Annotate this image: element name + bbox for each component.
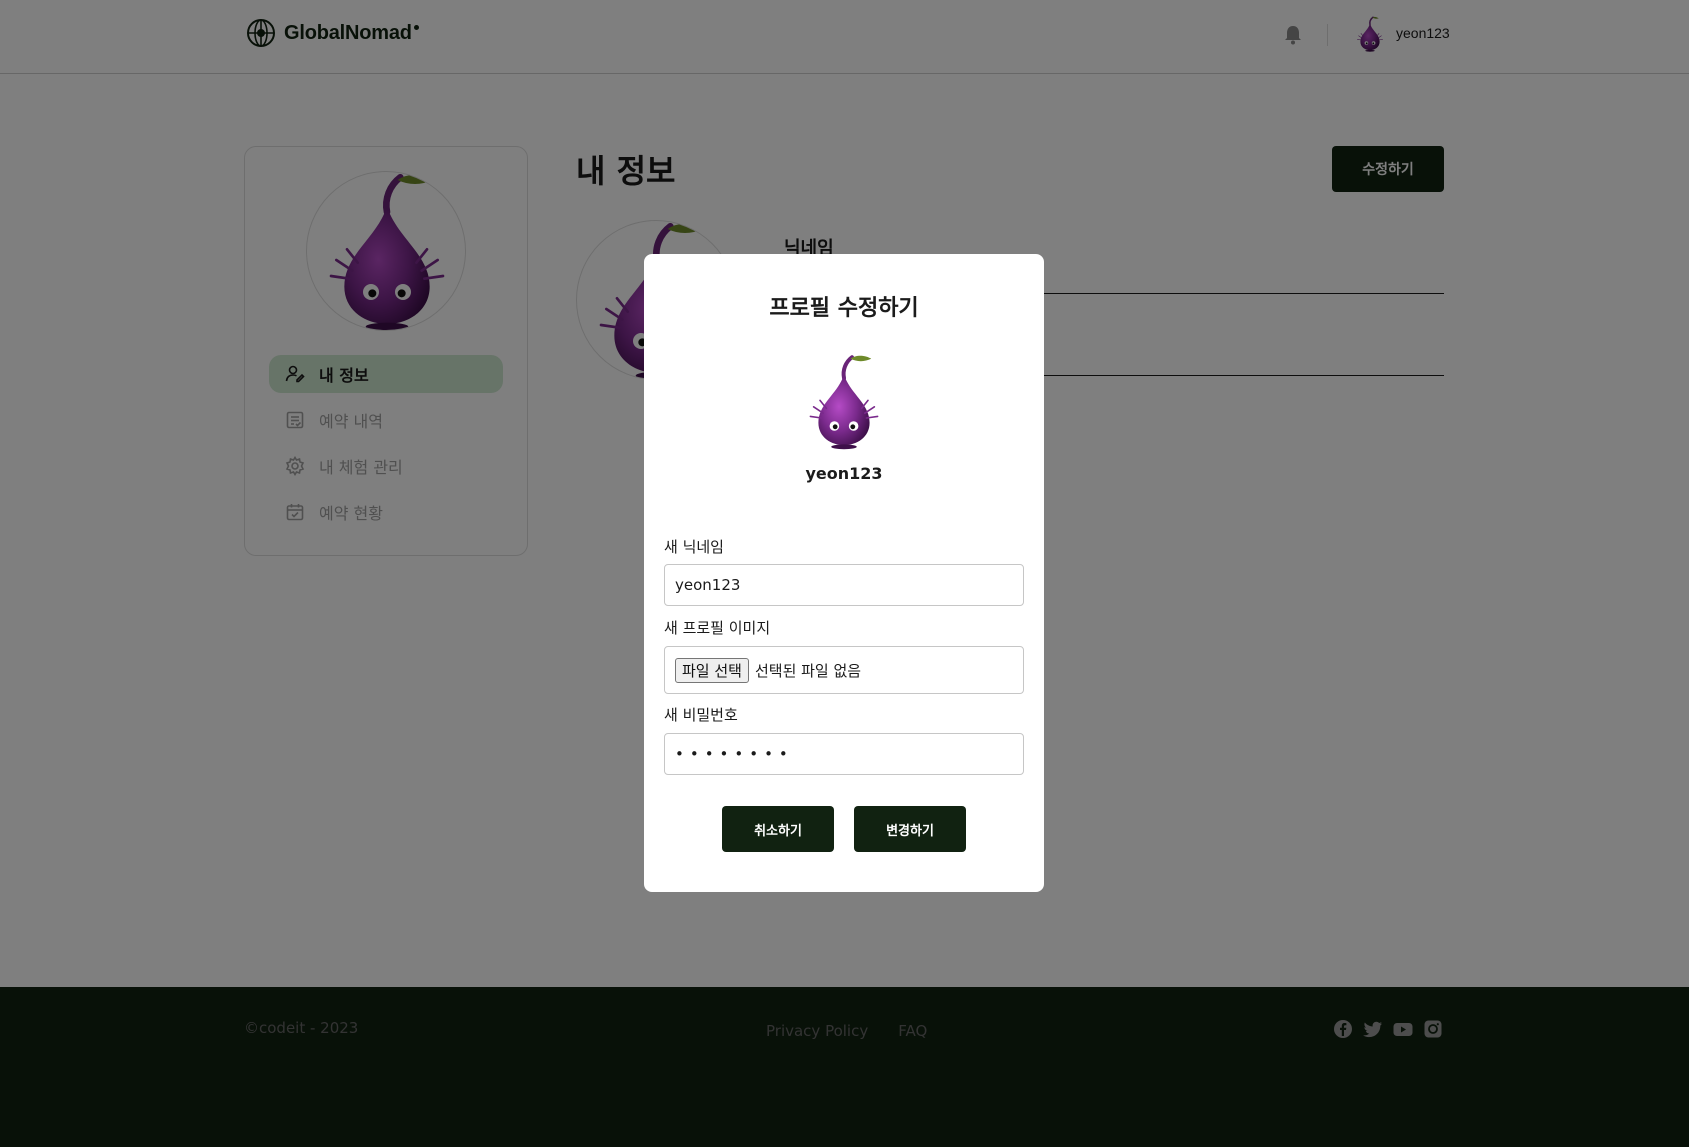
submit-change-button[interactable]: 변경하기 (854, 806, 966, 852)
choose-file-button[interactable]: 파일 선택 (675, 657, 749, 683)
modal-title: 프로필 수정하기 (769, 296, 919, 321)
profile-edit-modal: 프로필 수정하기 yeon123 새 닉네임 새 프로필 이미지 파일 선택 선… (644, 254, 1044, 892)
new-password-input[interactable] (664, 733, 1024, 775)
new-password-label: 새 비밀번호 (664, 706, 738, 724)
new-nickname-label: 새 닉네임 (664, 538, 724, 556)
cancel-button[interactable]: 취소하기 (722, 806, 834, 852)
new-profile-image-label: 새 프로필 이미지 (664, 619, 771, 637)
new-nickname-input[interactable] (664, 564, 1024, 606)
modal-avatar (804, 352, 884, 452)
profile-image-file-input[interactable]: 파일 선택 선택된 파일 없음 (664, 646, 1024, 694)
modal-username: yeon123 (805, 464, 883, 483)
file-status-text: 선택된 파일 없음 (754, 661, 862, 680)
